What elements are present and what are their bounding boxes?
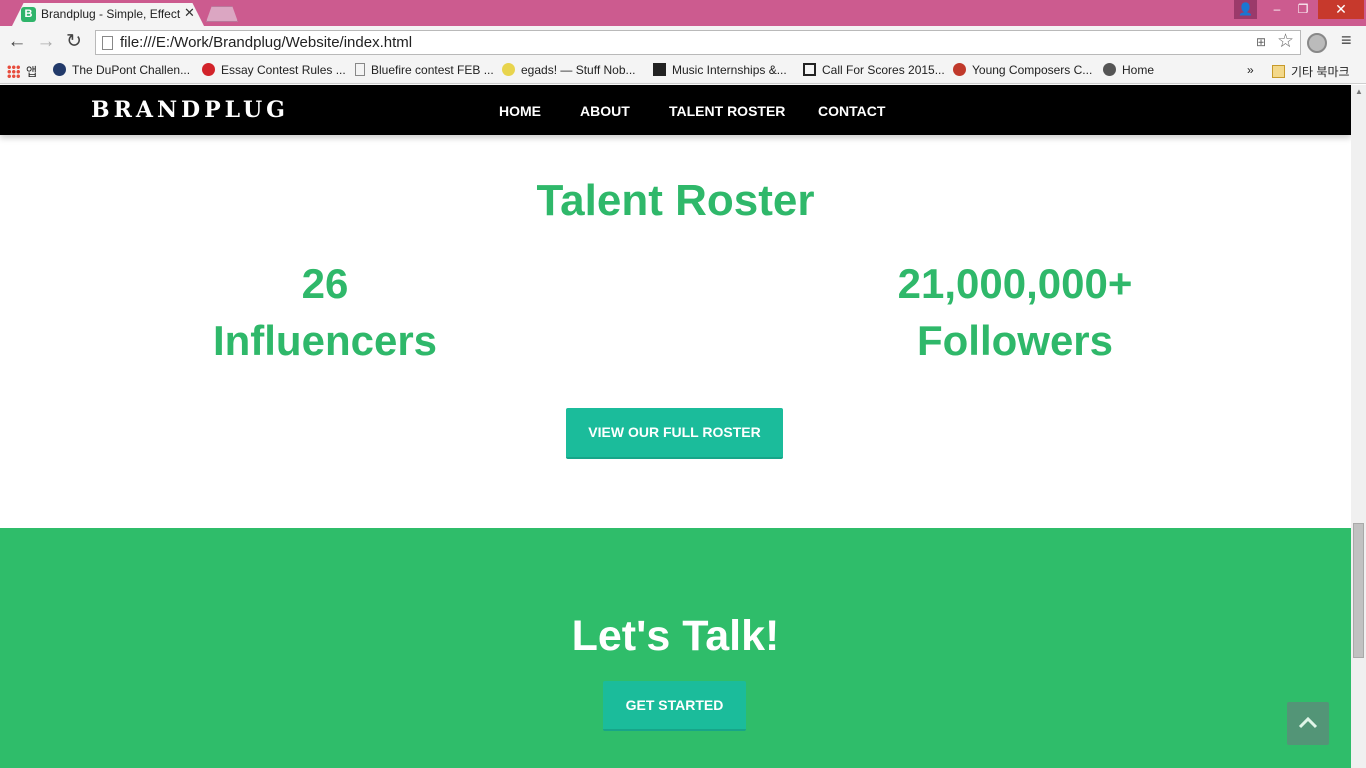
minimize-button[interactable]: – [1264,0,1290,19]
chevron-up-icon [1298,716,1318,729]
site-navbar: BRANDPLUG HOME ABOUT TALENT ROSTER CONTA… [0,85,1351,135]
bookmarks-bar: 앱 The DuPont Challen... Essay Contest Ru… [0,59,1366,84]
lets-talk-title: Let's Talk! [571,612,780,660]
bookmark-item[interactable]: Call For Scores 2015... [803,63,945,77]
bookmark-item[interactable]: Home [1103,63,1154,77]
bookmarks-overflow-button[interactable]: » [1247,63,1254,77]
bookmark-item[interactable]: egads! — Stuff Nob... [502,63,636,77]
browser-toolbar: ← → ↻ file:///E:/Work/Brandplug/Website/… [0,26,1366,59]
new-tab-button[interactable] [206,6,238,22]
close-window-button[interactable]: ✕ [1318,0,1364,19]
other-bookmarks[interactable]: 기타 북마크 [1272,63,1350,80]
reload-icon[interactable]: ↻ [63,31,85,53]
page-icon [355,63,365,76]
talent-roster-title: Talent Roster [536,176,815,225]
egads-icon [502,63,515,76]
tab-close-icon[interactable]: ✕ [184,5,195,21]
influencers-label: Influencers [212,317,438,364]
extension-icon[interactable] [1307,33,1327,53]
bookmark-item[interactable]: Bluefire contest FEB ... [355,63,494,77]
browser-tab[interactable]: B Brandplug - Simple, Effect ✕ [12,3,204,26]
restore-button[interactable]: ❐ [1290,0,1316,19]
nav-about[interactable]: ABOUT [580,103,630,119]
followers-count: 21,000,000+ [897,260,1133,307]
browser-titlebar: B Brandplug - Simple, Effect ✕ 👤 – ❐ ✕ [0,0,1366,26]
menu-icon[interactable]: ≡ [1341,30,1352,51]
music-icon [653,63,666,76]
bookmark-apps[interactable]: 앱 [7,63,37,80]
page-icon [102,36,113,50]
influencers-count: 26 [301,260,349,307]
scroll-to-top-button[interactable] [1287,702,1329,745]
score-icon [803,63,816,76]
lets-talk-section: Let's Talk! GET STARTED [0,528,1351,768]
composer-icon [953,63,966,76]
get-started-button[interactable]: GET STARTED [603,681,746,731]
back-arrow-icon[interactable]: ← [6,31,28,53]
folder-icon [1272,65,1285,78]
translate-icon[interactable]: ⊞ [1256,35,1266,49]
dupont-icon [53,63,66,76]
flower-icon [202,63,215,76]
scrollbar-thumb[interactable] [1353,523,1364,658]
bookmark-star-icon[interactable]: ☆ [1277,30,1294,53]
address-bar[interactable]: file:///E:/Work/Brandplug/Website/index.… [95,30,1301,55]
url-text[interactable]: file:///E:/Work/Brandplug/Website/index.… [120,34,412,51]
nav-talent-roster[interactable]: TALENT ROSTER [669,103,785,119]
bookmark-item[interactable]: Music Internships &... [653,63,787,77]
bookmark-item[interactable]: Essay Contest Rules ... [202,63,346,77]
favicon-icon: B [21,7,36,22]
influencers-stat: 26 Influencers [150,255,500,369]
forward-arrow-icon[interactable]: → [35,31,57,53]
bookmark-item[interactable]: Young Composers C... [953,63,1092,77]
followers-stat: 21,000,000+ Followers [830,255,1200,369]
followers-label: Followers [916,317,1114,364]
nav-home[interactable]: HOME [499,103,541,119]
nav-contact[interactable]: CONTACT [818,103,885,119]
scroll-up-arrow-icon[interactable]: ▲ [1355,87,1363,96]
home-globe-icon [1103,63,1116,76]
tab-title: Brandplug - Simple, Effect [41,7,181,21]
page-scrollbar[interactable]: ▲ [1351,85,1366,768]
bookmark-item[interactable]: The DuPont Challen... [53,63,190,77]
user-icon[interactable]: 👤 [1234,0,1257,19]
view-roster-button[interactable]: VIEW OUR FULL ROSTER [566,408,783,459]
apps-grid-icon [7,65,20,78]
brand-logo[interactable]: BRANDPLUG [91,97,289,123]
